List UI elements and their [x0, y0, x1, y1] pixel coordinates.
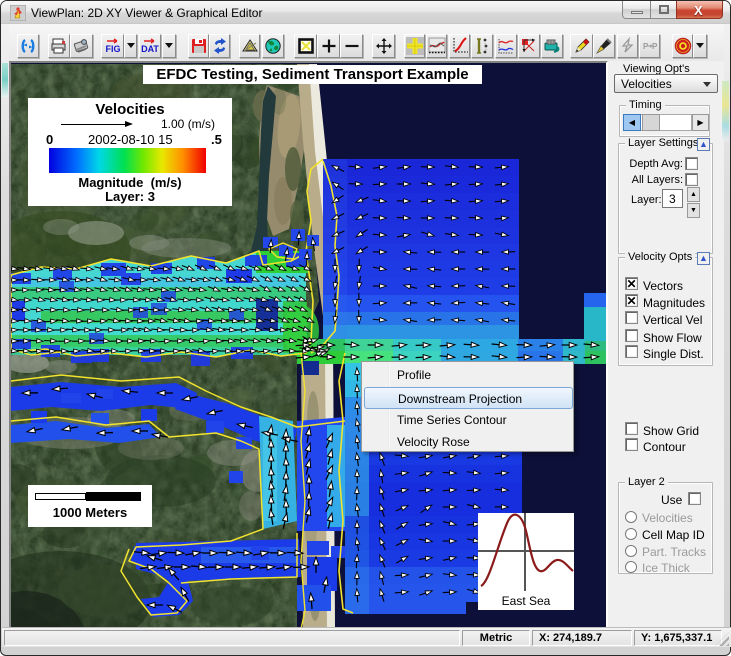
svg-text:FIG: FIG	[105, 44, 120, 54]
svg-text:DAT: DAT	[141, 44, 159, 54]
svg-text:P: P	[652, 42, 658, 51]
